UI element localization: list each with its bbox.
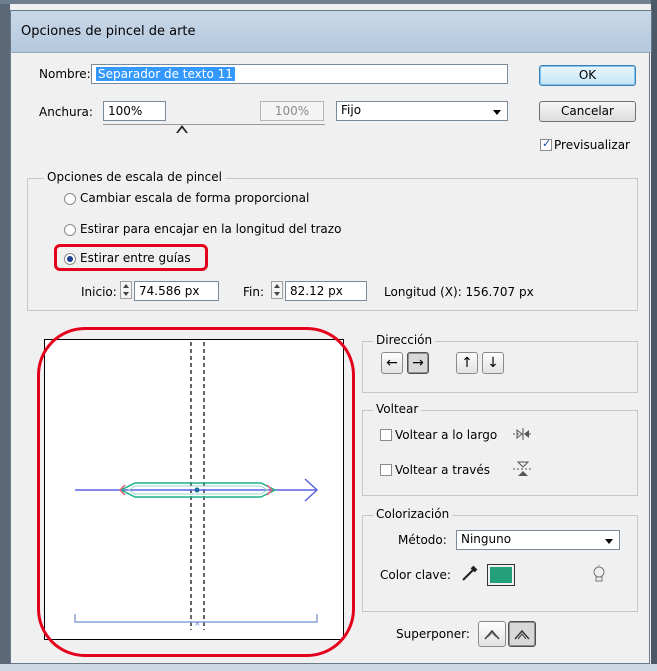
flip-along-label: Voltear a lo largo [395, 428, 498, 442]
eyedropper-icon[interactable] [459, 562, 481, 584]
width-slider-track[interactable] [103, 124, 325, 125]
flip-title: Voltear [373, 402, 422, 416]
method-label: Método: [398, 533, 447, 547]
end-stepper[interactable] [271, 281, 283, 299]
direction-title: Dirección [373, 333, 436, 347]
radio-stretch-fit[interactable] [64, 224, 76, 236]
width-label: Anchura: [39, 105, 93, 119]
direction-up-button[interactable]: ↑ [456, 352, 478, 374]
overlap-adjust-icon [484, 629, 500, 640]
scale-options-title: Opciones de escala de pincel [44, 170, 225, 184]
window-top-edge [0, 0, 657, 4]
start-input[interactable]: 74.586 px [134, 281, 219, 301]
highlight-annotation [54, 244, 208, 271]
width-slider-thumb-inner [178, 128, 186, 133]
start-label: Inicio: [81, 285, 117, 299]
overlap-none-icon [514, 629, 530, 640]
tips-bulb-icon[interactable] [591, 565, 607, 585]
end-label: Fin: [243, 285, 265, 299]
method-dropdown[interactable]: Ninguno [456, 530, 620, 550]
key-color-swatch[interactable] [487, 564, 515, 586]
flip-across-icon [513, 461, 533, 476]
key-color-fill [490, 567, 512, 583]
ok-button[interactable]: OK [539, 65, 636, 86]
name-label: Nombre: [39, 67, 91, 81]
length-readout: Longitud (X): 156.707 px [384, 285, 534, 299]
dialog-title: Opciones de pincel de arte [21, 24, 196, 39]
end-input[interactable]: 82.12 px [285, 281, 367, 301]
overlap-option-2-button[interactable] [508, 621, 536, 647]
overlap-label: Superponer: [396, 627, 470, 641]
width-mode-dropdown[interactable]: Fijo [336, 101, 508, 121]
radio-proportional-label: Cambiar escala de forma proporcional [80, 191, 310, 205]
window-left-edge [0, 0, 10, 671]
preview-label: Previsualizar [554, 138, 630, 152]
window-right-edge [651, 0, 657, 671]
preview-highlight-annotation [37, 327, 355, 657]
width-input[interactable]: 100% [103, 101, 166, 121]
dialog-titlebar[interactable]: Opciones de pincel de arte [10, 10, 652, 53]
flip-across-label: Voltear a través [395, 463, 491, 477]
cancel-button[interactable]: Cancelar [539, 101, 636, 122]
colorization-title: Colorización [373, 507, 453, 521]
flip-across-checkbox[interactable] [380, 464, 392, 476]
radio-stretch-fit-label: Estirar para encajar en la longitud del … [80, 222, 342, 236]
flip-along-icon [513, 428, 533, 440]
chevron-down-icon [493, 110, 501, 115]
radio-proportional[interactable] [64, 193, 76, 205]
preview-checkbox[interactable] [540, 137, 552, 151]
name-input[interactable]: Separador de texto 11 [91, 64, 508, 84]
direction-left-button[interactable]: ← [381, 352, 403, 374]
width-secondary-input: 100% [260, 101, 324, 121]
window-bottom-edge [0, 664, 657, 671]
overlap-option-1-button[interactable] [478, 621, 506, 647]
direction-down-button[interactable]: ↓ [482, 352, 504, 374]
direction-right-button[interactable]: → [407, 352, 429, 374]
name-input-value: Separador de texto 11 [96, 67, 235, 81]
method-value: Ninguno [461, 532, 512, 546]
chevron-down-icon [605, 539, 613, 544]
width-mode-value: Fijo [341, 103, 362, 117]
flip-along-checkbox[interactable] [380, 429, 392, 441]
flip-group [362, 410, 638, 496]
key-color-label: Color clave: [380, 568, 451, 582]
start-stepper[interactable] [120, 281, 132, 299]
